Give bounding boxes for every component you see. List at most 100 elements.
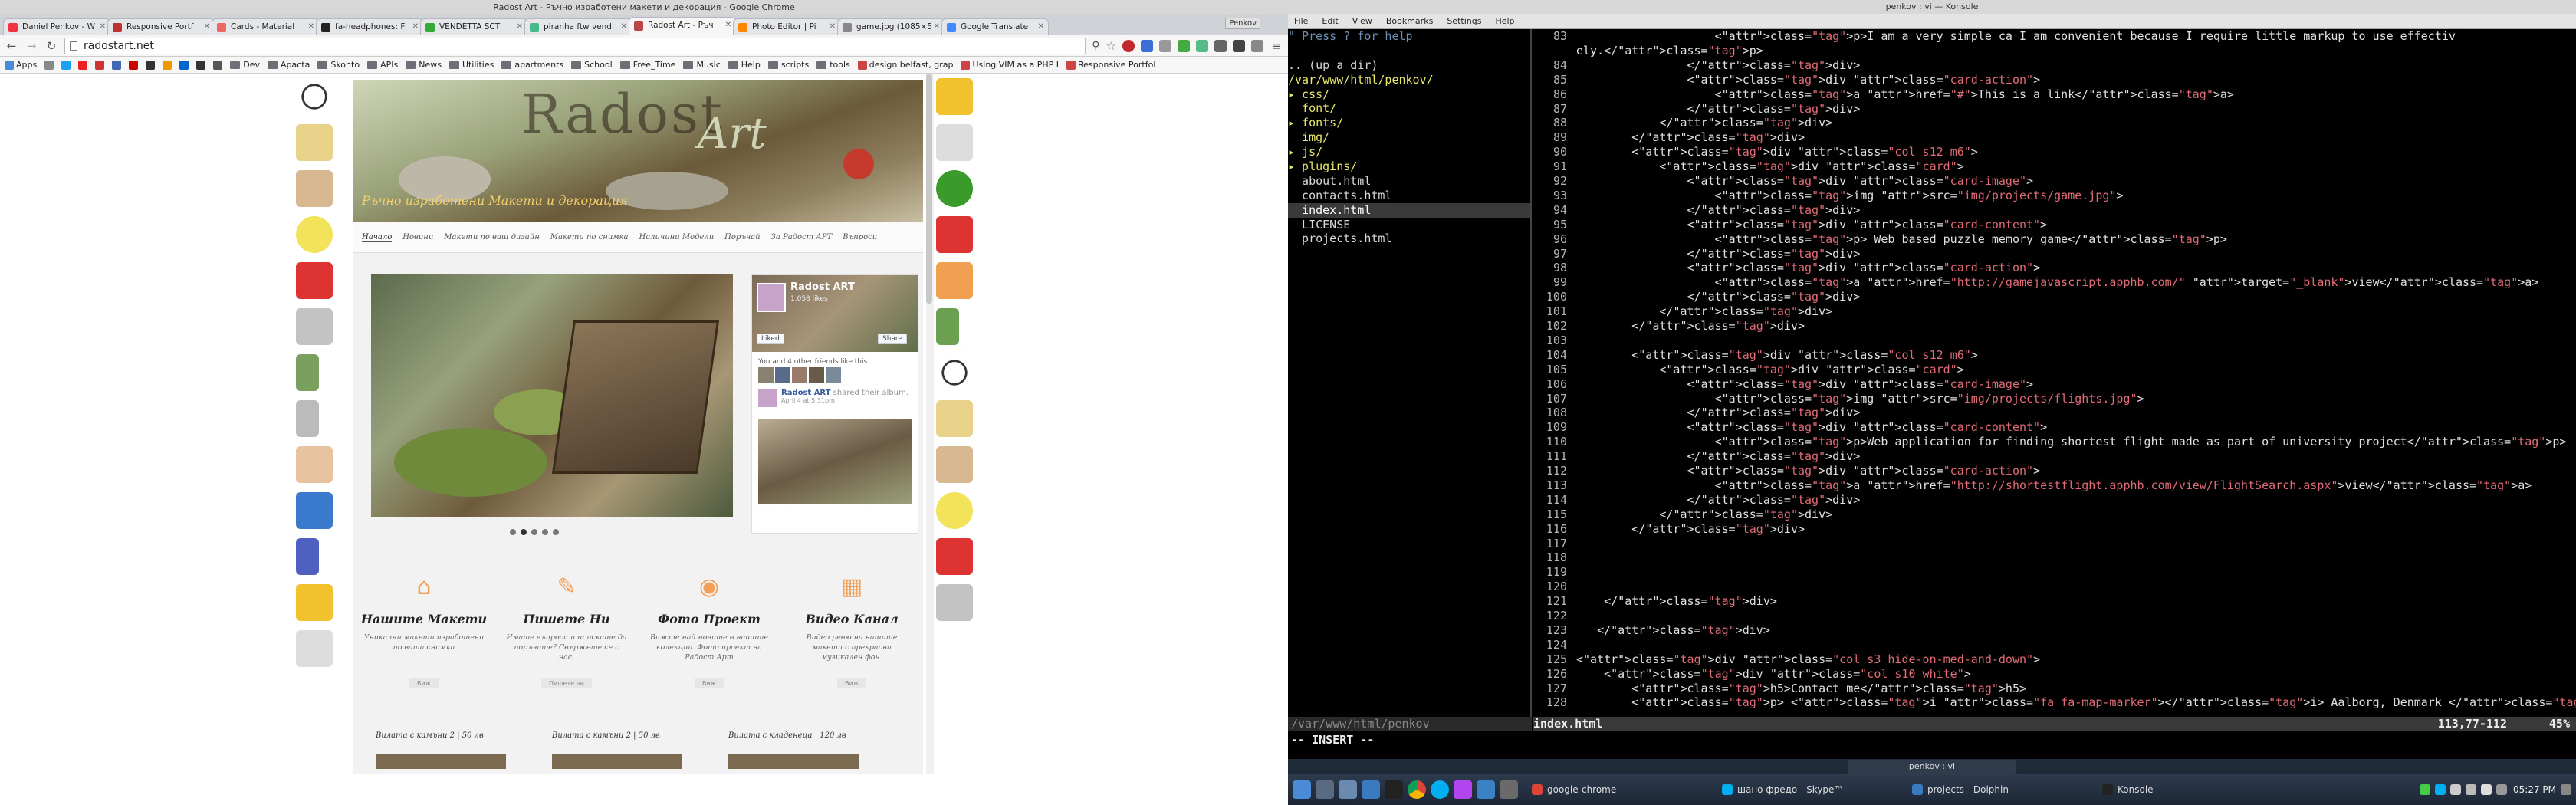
slider-dot[interactable] (531, 529, 537, 535)
bookmark-item[interactable]: Skonto (317, 60, 360, 70)
product-card[interactable]: Вилата с камъни 2 | 50 лв (376, 731, 506, 769)
product-card[interactable]: Вилата с камъни 2 | 50 лв (552, 731, 682, 769)
address-bar[interactable]: radostart.net (64, 37, 1086, 54)
site-nav-item[interactable]: Макети по ваш дизайн (444, 233, 540, 242)
avatar[interactable] (809, 367, 824, 383)
site-nav-item[interactable]: Поръчай (724, 233, 760, 242)
bookmark-item[interactable]: Apacta (268, 60, 310, 70)
product-thumbnail[interactable] (728, 754, 859, 769)
chrome-icon[interactable] (1408, 780, 1426, 799)
product-card[interactable]: Вилата с кладенеца | 120 лв (728, 731, 859, 769)
code-line[interactable]: <"attr">class="tag">a "attr">href="#">Th… (1576, 87, 2234, 102)
code-line[interactable]: <"attr">class="tag">p>I am a very simple… (1576, 29, 2456, 44)
bookmark-favicon-icon[interactable] (196, 60, 206, 70)
show-desktop-icon[interactable] (2561, 784, 2571, 795)
slider-dot[interactable] (521, 529, 527, 535)
tree-entry[interactable]: /var/www/html/penkov/ (1288, 73, 1530, 87)
code-line[interactable]: <"attr">class="tag">img "attr">src="img/… (1576, 392, 2144, 406)
code-line[interactable]: </"attr">class="tag">div> (1576, 290, 1860, 304)
code-line[interactable]: <"attr">class="tag">p> Web based puzzle … (1576, 232, 2227, 247)
code-line[interactable]: <"attr">class="tag">div "attr">class="ca… (1576, 420, 2047, 435)
bookmark-favicon-icon[interactable] (61, 60, 71, 70)
fb-avatar[interactable] (757, 283, 786, 312)
browser-tab[interactable]: Daniel Penkov - W ✕ (3, 18, 110, 35)
code-line[interactable]: </"attr">class="tag">div> (1576, 319, 1805, 334)
screenshot-icon[interactable] (1477, 780, 1495, 799)
profile-chip[interactable]: Penkov (1225, 18, 1260, 29)
kde-menu-icon[interactable] (1293, 780, 1311, 799)
bookmark-item[interactable]: scripts (768, 60, 809, 70)
code-line[interactable]: <"attr">class="tag">p>Web application fo… (1576, 435, 2567, 449)
feature-more-button[interactable]: Виж (695, 678, 724, 688)
browser-tab[interactable]: Radost Art - Ръч ✕ (629, 17, 736, 35)
vim-editor[interactable]: " Press ? for help.. (up a dir)/var/www/… (1288, 29, 2576, 767)
bookmark-item[interactable]: Help (728, 60, 761, 70)
fb-like-button[interactable]: Liked (757, 334, 784, 344)
konsole-menu-item[interactable]: Bookmarks (1386, 14, 1433, 28)
page-scroll-thumb[interactable] (926, 74, 932, 304)
tree-entry[interactable]: contacts.html (1288, 189, 1530, 203)
slider-dot[interactable] (553, 529, 559, 535)
site-nav-item[interactable]: Въпроси (843, 233, 877, 242)
site-nav-item[interactable]: Наличини Модели (639, 233, 714, 242)
battery-icon[interactable] (2466, 784, 2476, 795)
bookmark-favicon-icon[interactable] (163, 60, 172, 70)
code-line[interactable]: <"attr">class="tag">div "attr">class="co… (1576, 652, 2040, 667)
konsole-menu-item[interactable]: File (1294, 14, 1308, 28)
forward-icon[interactable]: → (25, 39, 38, 53)
bookmark-favicon-icon[interactable] (213, 60, 223, 70)
avatar[interactable] (826, 367, 841, 383)
code-line[interactable]: <"attr">class="tag">img "attr">src="img/… (1576, 189, 2124, 203)
slider-dot[interactable] (542, 529, 548, 535)
star-icon[interactable]: ☆ (1106, 39, 1116, 53)
code-line[interactable]: <"attr">class="tag">p> <"attr">class="ta… (1576, 695, 2576, 710)
browser-tab[interactable]: Cards - Material ✕ (212, 18, 319, 35)
fb-page-name[interactable]: Radost ART (790, 281, 855, 293)
bookmark-item[interactable]: Responsive Portfol (1066, 60, 1155, 70)
desktop-icon[interactable] (1316, 780, 1334, 799)
code-line[interactable]: </"attr">class="tag">div> (1576, 102, 1860, 117)
taskbar-task[interactable]: projects - Dolphin (1904, 780, 2088, 800)
code-line[interactable]: </"attr">class="tag">div> (1576, 493, 1860, 508)
adblock-icon[interactable] (1122, 39, 1135, 52)
fb-share-button[interactable]: Share (878, 334, 907, 344)
avatar[interactable] (775, 367, 790, 383)
back-icon[interactable]: ← (5, 39, 18, 53)
browser-tab[interactable]: fa-headphones: F ✕ (316, 18, 423, 35)
code-line[interactable]: </"attr">class="tag">div> (1576, 247, 1860, 261)
konsole-tab[interactable]: penkov : vi (1848, 760, 2016, 774)
extension-icon[interactable] (1214, 39, 1227, 52)
code-line[interactable]: <"attr">class="tag">div "attr">class="ca… (1576, 363, 1963, 377)
taskbar-clock[interactable]: 05:27 PM (2513, 784, 2556, 795)
slider-dot[interactable] (510, 529, 516, 535)
browser-tab[interactable]: piranha ftw vendi ✕ (524, 18, 632, 35)
code-line[interactable]: </"attr">class="tag">div> (1576, 304, 1832, 319)
tree-entry[interactable]: font/ (1288, 101, 1530, 116)
bookmark-favicon-icon[interactable] (112, 60, 122, 70)
tree-entry[interactable]: ▸ css/ (1288, 87, 1530, 102)
bookmark-item[interactable]: design belfast, grap (857, 60, 953, 70)
close-tab-icon[interactable]: ✕ (100, 19, 106, 34)
code-line[interactable]: <"attr">class="tag">div "attr">class="ca… (1576, 218, 2047, 232)
translate-icon[interactable] (1196, 39, 1208, 52)
browser-tab[interactable]: VENDETTA SCT ✕ (420, 18, 527, 35)
bookmark-item[interactable]: Music (683, 60, 720, 70)
code-line[interactable]: <"attr">class="tag">h5>Contact me</"attr… (1576, 682, 2026, 696)
tree-entry[interactable]: ▸ plugins/ (1288, 159, 1530, 174)
close-tab-icon[interactable]: ✕ (830, 19, 836, 34)
avatar[interactable] (792, 367, 807, 383)
konsole-menu-item[interactable]: Edit (1322, 14, 1338, 28)
tree-entry[interactable]: about.html (1288, 174, 1530, 189)
code-line[interactable]: <"attr">class="tag">div "attr">class="ca… (1576, 174, 2033, 189)
bookmark-apps[interactable]: Apps (5, 60, 37, 70)
page-scrollbar[interactable] (926, 74, 934, 805)
taskbar-task[interactable]: шано фредо - Skype™ (1714, 780, 1898, 800)
avatar[interactable] (758, 367, 774, 383)
bookmark-item[interactable]: APIs (367, 60, 398, 70)
feature-more-button[interactable]: Виж (409, 678, 439, 688)
tree-entry[interactable]: " Press ? for help (1288, 29, 1530, 44)
bookmark-item[interactable]: Free_Time (620, 60, 676, 70)
code-buffer[interactable]: 83 <"attr">class="tag">p>I am a very sim… (1533, 29, 2576, 717)
code-line[interactable]: </"attr">class="tag">div> (1576, 116, 1832, 130)
bookmark-favicon-icon[interactable] (44, 60, 54, 70)
